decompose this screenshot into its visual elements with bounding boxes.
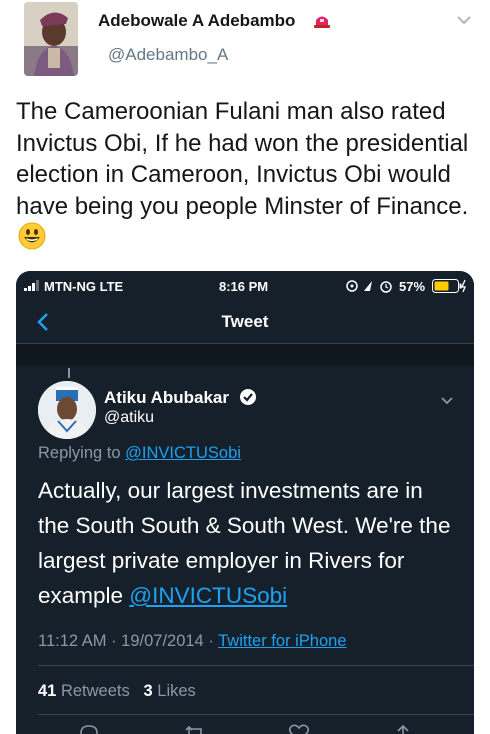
tweet-text: Actually, our largest investments are in… [38, 473, 458, 613]
post-text-content: The Cameroonian Fulani man also rated In… [16, 98, 469, 220]
like-icon[interactable] [288, 723, 310, 734]
replying-to: Replying to @INVICTUSobi [38, 444, 241, 463]
tweet-author-avatar[interactable] [38, 381, 96, 439]
share-icon[interactable] [392, 723, 414, 734]
battery-icon [432, 279, 466, 293]
verified-badge-icon [240, 389, 256, 405]
nav-title: Tweet [221, 312, 269, 331]
meta-divider [38, 665, 474, 666]
likes-stat[interactable]: 3 Likes [144, 682, 196, 700]
replying-prefix: Replying to [38, 444, 126, 462]
author-avatar[interactable] [24, 2, 78, 76]
chevron-down-icon[interactable] [456, 14, 472, 26]
battery-percent: 57% [399, 279, 426, 294]
action-bar [16, 723, 474, 734]
tweet-timestamp: 11:12 AM · 19/07/2014 · [38, 632, 219, 650]
retweets-count: 41 [38, 682, 57, 700]
author-handle[interactable]: @Adebambo_A [108, 45, 228, 65]
retweets-stat[interactable]: 41 Retweets [38, 682, 130, 700]
retweet-icon[interactable] [184, 723, 206, 734]
post-text: The Cameroonian Fulani man also rated In… [16, 96, 476, 254]
likes-label: Likes [157, 682, 196, 700]
stats-divider [38, 714, 474, 715]
status-time: 8:16 PM [219, 279, 269, 294]
tweet-author-name[interactable]: Atiku Abubakar [104, 388, 229, 408]
author-name[interactable]: Adebowale A Adebambo [98, 11, 295, 31]
retweets-label: Retweets [60, 682, 130, 700]
replying-mention-link[interactable]: @INVICTUSobi [125, 444, 241, 462]
tweet-meta: 11:12 AM · 19/07/2014 · Twitter for iPho… [38, 632, 347, 651]
nav-bar: Tweet [16, 301, 474, 344]
status-bar: MTN-NG LTE 8:16 PM 57% [16, 271, 474, 301]
smile-emoji-icon [18, 222, 46, 250]
signal-icon [24, 280, 39, 291]
reply-icon[interactable] [78, 723, 100, 734]
siren-icon [314, 16, 330, 28]
thread-line [68, 368, 70, 378]
post-header: Adebowale A Adebambo @Adebambo_A [0, 0, 490, 90]
carrier-label: MTN-NG LTE [44, 279, 124, 294]
tweet-author-handle[interactable]: @atiku [104, 409, 154, 427]
tweet-stats: 41 Retweets 3 Likes [38, 682, 196, 701]
tweet-mention-link[interactable]: @INVICTUSobi [129, 583, 287, 608]
tweet-source-link[interactable]: Twitter for iPhone [218, 632, 346, 650]
tweet-screenshot: MTN-NG LTE 8:16 PM 57% Tweet Atiku Abuba… [16, 271, 474, 734]
likes-count: 3 [143, 682, 153, 700]
chevron-down-icon[interactable] [440, 396, 454, 406]
section-divider [16, 344, 474, 366]
status-icons [346, 280, 392, 293]
